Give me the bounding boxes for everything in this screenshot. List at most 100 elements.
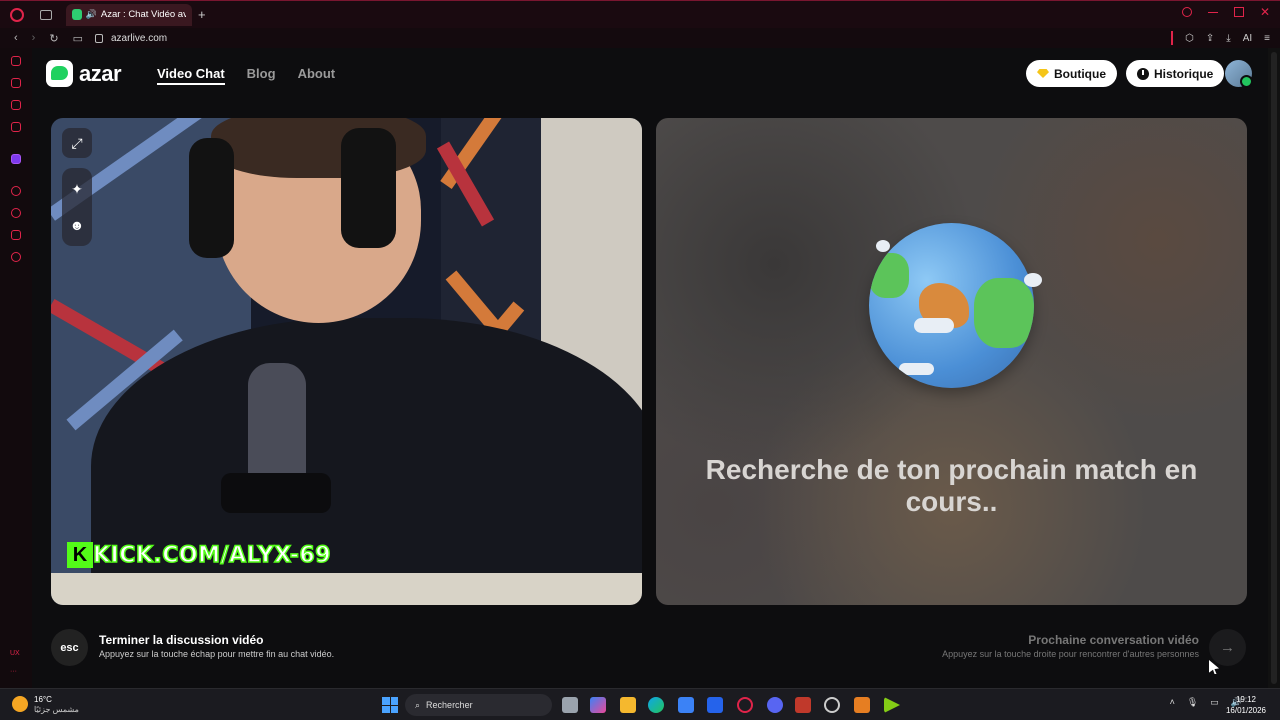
main-nav: Video Chat Blog About [157, 66, 335, 85]
next-chat-subtitle: Appuyez sur la touche droite pour rencon… [942, 649, 1199, 659]
discord-icon[interactable] [767, 697, 783, 713]
taskbar-search[interactable]: ⌕ Rechercher [405, 694, 552, 716]
logo-text: azar [79, 60, 122, 86]
globe-cloud-puff [1024, 273, 1042, 287]
globe-cloud-puff [876, 240, 890, 252]
url-field[interactable]: azarlive.com [111, 33, 167, 44]
address-bar: ‹ › ↻ ▭ azarlive.com ⬡ ⇪ ⤓ AI ≡ [0, 28, 1280, 48]
extensions-icon[interactable]: ⬡ [1185, 33, 1194, 44]
speaker-icon[interactable]: 🔊 [86, 9, 97, 20]
azar-page: azar Video Chat Blog About Boutique Hist… [32, 48, 1268, 688]
sidebar-aria-icon[interactable] [11, 78, 21, 88]
weather-widget[interactable]: 16°C مشمس جزئيًا [12, 694, 79, 714]
tray-chevron-icon[interactable]: ˄ [1170, 697, 1175, 708]
sidebar-ux-label[interactable]: UX [10, 650, 20, 657]
self-video: ⤢ ✦ ☻ K KICK.COM/ALYX-69 [51, 118, 642, 605]
history-button[interactable]: Historique [1126, 60, 1225, 87]
kick-overlay-text: KICK.COM/ALYX-69 [92, 542, 332, 569]
share-icon[interactable]: ⇪ [1206, 33, 1214, 44]
weather-sun-icon [12, 696, 28, 712]
ai-button[interactable]: AI [1243, 33, 1252, 44]
taskbar-search-placeholder: Rechercher [426, 700, 473, 710]
opera-logo-icon[interactable] [10, 7, 24, 22]
window-controls: ✕ [1182, 6, 1270, 18]
app-icon-vlc[interactable] [854, 697, 870, 713]
headset-right [341, 128, 396, 248]
matching-status-text: Recherche de ton prochain match en cours… [705, 454, 1198, 517]
camera-icon[interactable]: ▭ [73, 32, 83, 45]
copilot-icon[interactable] [590, 697, 606, 713]
clock-icon [1137, 67, 1149, 80]
app-icon-obs[interactable] [824, 697, 840, 713]
app-icon-news[interactable] [795, 697, 811, 713]
microphone-mount [221, 473, 331, 513]
search-tabs-icon[interactable] [1182, 7, 1192, 17]
microphone-icon[interactable]: 🎙 [1187, 697, 1198, 708]
expand-icon[interactable]: ⤢ [62, 128, 92, 158]
store-icon[interactable] [678, 697, 694, 713]
close-window-button[interactable]: ✕ [1260, 6, 1270, 18]
opera-taskbar-icon[interactable] [737, 697, 753, 713]
toolbar-divider [1171, 31, 1174, 45]
download-icon[interactable]: ⤓ [1226, 33, 1230, 44]
sticker-face-icon[interactable]: ☻ [62, 210, 92, 240]
windows-start-icon[interactable] [382, 697, 398, 713]
taskbar-date: 16/01/2026 [1225, 706, 1266, 715]
app-icon-play[interactable] [884, 697, 900, 713]
taskbar-time: 19:12 [1235, 695, 1256, 704]
sidebar-clock-icon[interactable] [11, 208, 21, 218]
maximize-button[interactable] [1234, 7, 1244, 17]
weather-description: مشمس جزئيًا [34, 705, 79, 714]
browser-sidebar: UX ··· [0, 48, 32, 688]
menu-icon[interactable]: ≡ [1264, 33, 1270, 44]
mail-icon[interactable] [707, 697, 723, 713]
sidebar-twitch-icon[interactable] [11, 154, 21, 164]
task-view-icon[interactable] [562, 697, 578, 713]
kick-logo-icon: K [67, 542, 93, 568]
back-button[interactable]: ‹ [14, 32, 18, 44]
history-label: Historique [1154, 66, 1214, 81]
taskbar-clock[interactable]: 19:12 16/01/2026 [1226, 694, 1266, 716]
shop-label: Boutique [1054, 66, 1106, 81]
sidebar-settings-icon[interactable] [11, 252, 21, 262]
sidebar-music-icon[interactable] [11, 122, 21, 132]
reload-button[interactable]: ↻ [49, 32, 58, 45]
search-icon: ⌕ [415, 699, 421, 710]
toolbar-right: ⬡ ⇪ ⤓ AI ≡ [1171, 31, 1270, 45]
end-chat-title: Terminer la discussion vidéo [99, 633, 264, 647]
sidebar-messenger-icon[interactable] [11, 100, 21, 110]
nav-video-chat[interactable]: Video Chat [157, 66, 225, 85]
user-avatar[interactable] [1225, 60, 1253, 88]
browser-tab-active[interactable]: 🔊 Azar : Chat Vidéo avec [66, 3, 192, 26]
end-chat-button[interactable]: esc [51, 629, 88, 666]
sidebar-history-icon[interactable] [11, 56, 21, 66]
sidebar-player-icon[interactable] [11, 186, 21, 196]
nav-blog[interactable]: Blog [247, 66, 276, 85]
page-scrollbar[interactable] [1268, 48, 1280, 688]
lock-icon[interactable] [94, 33, 103, 43]
file-explorer-icon[interactable] [620, 697, 636, 713]
nav-about[interactable]: About [298, 66, 336, 85]
minimize-button[interactable] [1208, 7, 1218, 13]
network-icon[interactable]: ▭ [1210, 697, 1219, 708]
next-chat-button[interactable]: → [1209, 629, 1246, 666]
windows-taskbar: 16°C مشمس جزئيًا ⌕ Rechercher ˄ 🎙 ▭ 🔊 19… [0, 688, 1280, 720]
tab-island-icon[interactable] [40, 9, 52, 20]
end-chat-subtitle: Appuyez sur la touche échap pour mettre … [99, 649, 335, 659]
globe-icon [869, 223, 1034, 388]
forward-button[interactable]: › [32, 32, 36, 44]
azar-logo[interactable]: azar [46, 60, 122, 87]
sidebar-more-icon[interactable]: ··· [10, 668, 17, 675]
new-tab-button[interactable]: + [198, 7, 206, 22]
shop-button[interactable]: Boutique [1026, 60, 1117, 87]
keyboard [51, 573, 642, 605]
browser-tabbar: 🔊 Azar : Chat Vidéo avec + ✕ [0, 0, 1280, 28]
magic-wand-icon[interactable]: ✦ [62, 174, 92, 204]
effects-group: ✦ ☻ [62, 168, 92, 246]
sidebar-extensions-icon[interactable] [11, 230, 21, 240]
video-tools: ⤢ ✦ ☻ [62, 128, 92, 246]
kick-overlay: K KICK.COM/ALYX-69 [67, 542, 331, 568]
edge-icon[interactable] [648, 697, 664, 713]
headset-left [189, 138, 234, 258]
tab-title: Azar : Chat Vidéo avec [100, 9, 186, 20]
